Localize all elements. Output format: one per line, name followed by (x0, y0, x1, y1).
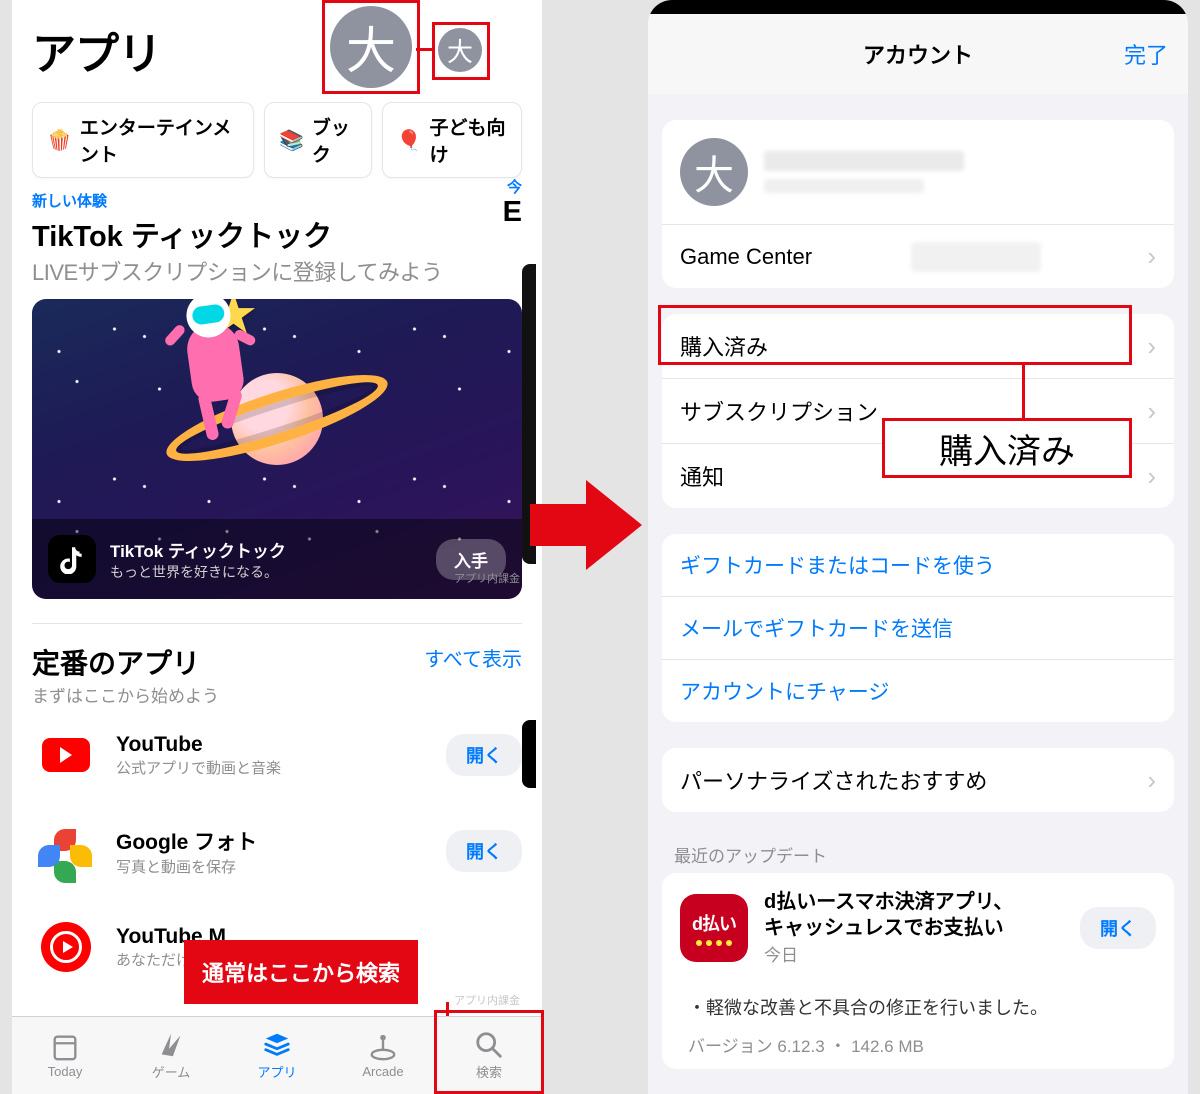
chip-books[interactable]: 📚 ブック (264, 102, 372, 178)
group-gift: ギフトカードまたはコードを使う メールでギフトカードを送信 アカウントにチャージ (662, 534, 1174, 722)
chevron-right-icon: › (1147, 331, 1156, 362)
app-name: YouTube (116, 733, 281, 757)
nav-title: アカウント (863, 38, 973, 70)
tiktok-icon (48, 535, 96, 583)
row-personalized[interactable]: パーソナライズされたおすすめ › (662, 748, 1174, 812)
balloon-icon: 🎈 (397, 128, 422, 153)
see-all-link[interactable]: すべて表示 (424, 643, 522, 672)
annotation-line (1022, 365, 1025, 421)
annotation-line (416, 48, 434, 51)
open-button[interactable]: 開く (446, 734, 522, 776)
promo-footer-title: TikTok ティックトック (110, 537, 286, 562)
account-sheet: アカウント 完了 大 Game Center › 購入済み › サブスクリ (648, 0, 1188, 1094)
promo-subtitle: LIVEサブスクリプションに登録してみよう (32, 255, 522, 287)
update-date: 今日 (764, 941, 1013, 966)
chip-label: エンターテインメント (80, 113, 239, 167)
chevron-right-icon: › (1147, 241, 1156, 272)
illustration-astronaut (184, 320, 246, 404)
promo-footer: TikTok ティックトック もっと世界を好きになる。 入手 (32, 519, 522, 599)
promo-card[interactable]: TikTok ティックトック もっと世界を好きになる。 入手 (32, 299, 522, 599)
open-button[interactable]: 開く (446, 830, 522, 872)
annotation-box (658, 305, 1132, 365)
dbarai-icon: d払い (680, 894, 748, 962)
app-row-google-photos[interactable]: Google フォト 写真と動画を保存 開く (12, 803, 542, 899)
recent-updates-header: 最近のアップデート (674, 842, 1162, 867)
tab-apps[interactable]: アプリ (224, 1017, 330, 1094)
tab-label: Arcade (362, 1064, 403, 1079)
promo-tag: 新しい体験 (32, 190, 522, 211)
books-icon: 📚 (279, 128, 304, 153)
update-title-2: キャッシュレスでお支払い (764, 915, 1013, 941)
promo-peek-tag: 今 (507, 176, 522, 197)
row-label: アカウントにチャージ (680, 676, 889, 706)
promo-footer-sub: もっと世界を好きになる。 (110, 562, 286, 582)
chip-kids[interactable]: 🎈 子ども向け (382, 102, 522, 178)
group-update: d払い d払いースマホ決済アプリ、 キャッシュレスでお支払い 今日 開く ・軽微… (662, 873, 1174, 1069)
open-button[interactable]: 開く (1080, 907, 1156, 949)
chip-entertainment[interactable]: 🍿 エンターテインメント (32, 102, 254, 178)
update-title-1: d払いースマホ決済アプリ、 (764, 889, 1013, 915)
youtube-icon (32, 721, 100, 789)
app-store-apps-screen: アプリ 大 大 🍿 エンターテインメント 📚 ブック 🎈 子ども向け 新しい体験 (12, 0, 542, 1094)
iap-label: アプリ内課金 (454, 570, 520, 586)
iap-label: アプリ内課金 (454, 992, 520, 1008)
annotation-tooltip: 通常はここから検索 (184, 940, 418, 1004)
redacted-text (911, 242, 1041, 272)
tab-label: アプリ (257, 1062, 296, 1081)
update-version: バージョン 6.12.3 ・ 142.6 MB (662, 1020, 1174, 1069)
section-featured: 定番のアプリ まずはここから始めよう すべて表示 (12, 599, 542, 707)
promo-app-name: TikTok ティックトック (32, 213, 522, 255)
annotation-box (432, 22, 490, 80)
promo-peek-letter: E (503, 196, 522, 229)
app-row-youtube[interactable]: YouTube 公式アプリで動画と音楽 開く (12, 707, 542, 803)
row-label: サブスクリプション (680, 395, 878, 427)
app-peek-icon[interactable] (522, 720, 536, 788)
callout-text: 購入済み (939, 424, 1075, 473)
row-redeem[interactable]: ギフトカードまたはコードを使う (662, 534, 1174, 596)
update-notes: ・軽微な改善と不具合の修正を行いました。 (662, 982, 1174, 1020)
row-label: メールでギフトカードを送信 (680, 613, 953, 643)
group-personalized: パーソナライズされたおすすめ › (662, 748, 1174, 812)
annotation-box (434, 1010, 544, 1094)
popcorn-icon: 🍿 (47, 128, 72, 153)
youtube-music-icon (32, 913, 100, 981)
tab-arcade[interactable]: Arcade (330, 1017, 436, 1094)
chip-label: 子ども向け (429, 113, 507, 167)
account-avatar: 大 (680, 138, 748, 206)
annotation-arrow-large (530, 480, 650, 570)
chevron-right-icon: › (1147, 461, 1156, 492)
section-subtitle: まずはここから始めよう (32, 682, 522, 707)
update-row[interactable]: d払い d払いースマホ決済アプリ、 キャッシュレスでお支払い 今日 開く (662, 873, 1174, 982)
annotation-callout: 購入済み (882, 418, 1132, 478)
row-label: パーソナライズされたおすすめ (680, 764, 987, 796)
tab-label: ゲーム (152, 1062, 191, 1081)
app-sub: 公式アプリで動画と音楽 (116, 757, 281, 778)
google-photos-icon (32, 817, 100, 885)
promo-header: 新しい体験 TikTok ティックトック LIVEサブスクリプションに登録してみ… (12, 190, 542, 287)
row-label: Game Center (680, 244, 812, 270)
tab-today[interactable]: Today (12, 1017, 118, 1094)
chevron-right-icon: › (1147, 765, 1156, 796)
nav-bar: アカウント 完了 (648, 14, 1188, 94)
group-profile: 大 Game Center › (662, 120, 1174, 288)
icon-label: d払い (692, 910, 736, 936)
row-game-center[interactable]: Game Center › (662, 224, 1174, 288)
row-label: ギフトカードまたはコードを使う (680, 550, 995, 580)
row-add-funds[interactable]: アカウントにチャージ (662, 659, 1174, 722)
chip-label: ブック (312, 113, 357, 167)
redacted-text (764, 151, 964, 193)
row-send-gift[interactable]: メールでギフトカードを送信 (662, 596, 1174, 659)
app-name: Google フォト (116, 826, 257, 856)
tab-label: Today (48, 1064, 83, 1079)
app-sub: 写真と動画を保存 (116, 856, 257, 877)
done-button[interactable]: 完了 (1124, 38, 1168, 70)
row-label: 通知 (680, 460, 724, 492)
category-chips: 🍿 エンターテインメント 📚 ブック 🎈 子ども向け (12, 90, 542, 190)
annotation-box (322, 0, 420, 94)
tab-games[interactable]: ゲーム (118, 1017, 224, 1094)
chevron-right-icon: › (1147, 396, 1156, 427)
profile-row[interactable]: 大 (662, 120, 1174, 224)
promo-footer-text: TikTok ティックトック もっと世界を好きになる。 (110, 537, 286, 582)
header: アプリ 大 大 (12, 0, 542, 90)
